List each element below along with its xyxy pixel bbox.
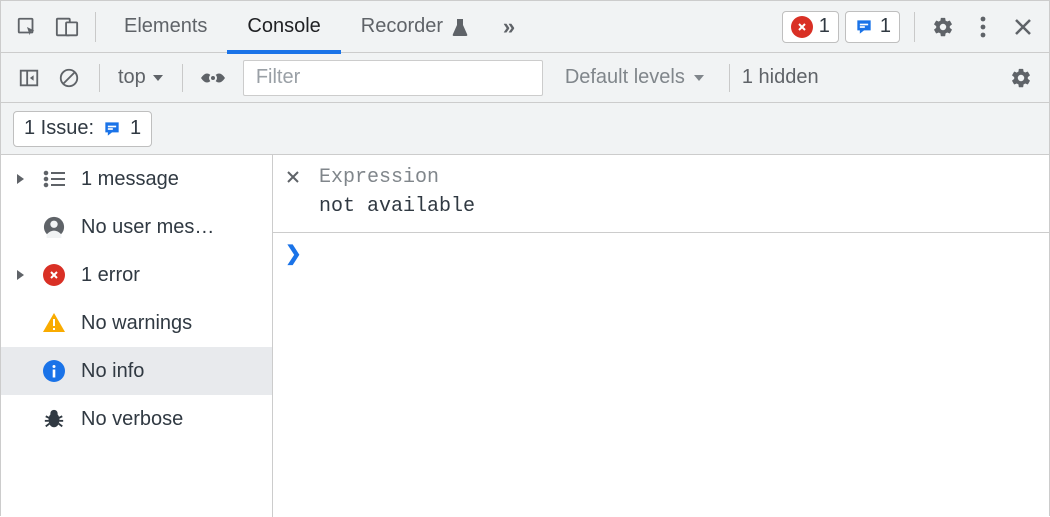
tab-recorder[interactable]: Recorder (341, 1, 489, 53)
sidebar-label: 1 error (81, 264, 140, 287)
hidden-count[interactable]: 1 hidden (742, 66, 819, 89)
sidebar-label: No warnings (81, 312, 192, 335)
prompt-chevron-icon: ❯ (285, 241, 302, 267)
inspect-element-icon[interactable] (7, 7, 47, 47)
list-icon (41, 170, 67, 188)
close-icon[interactable] (1003, 7, 1043, 47)
sidebar-item-user[interactable]: No user mes… (1, 203, 272, 251)
context-label: top (118, 66, 146, 89)
disclosure-triangle-icon (13, 269, 27, 281)
disclosure-triangle-icon (13, 173, 27, 185)
clear-console-icon[interactable] (51, 60, 87, 96)
issue-icon (854, 17, 874, 37)
context-selector[interactable]: top (112, 66, 170, 89)
tab-label: Elements (124, 15, 207, 38)
live-expression-name[interactable]: Expression (319, 166, 439, 189)
divider (729, 64, 730, 92)
bug-icon (41, 408, 67, 430)
toggle-sidebar-icon[interactable] (11, 60, 47, 96)
divider (914, 12, 915, 42)
sidebar-label: 1 message (81, 168, 179, 191)
divider (95, 12, 96, 42)
issue-icon (102, 119, 122, 139)
console-main: 1 message No user mes… 1 error No warnin… (1, 155, 1049, 517)
device-toolbar-icon[interactable] (47, 7, 87, 47)
issues-count: 1 (130, 117, 141, 140)
sidebar-item-info[interactable]: No info (1, 347, 272, 395)
user-icon (41, 216, 67, 238)
console-sidebar: 1 message No user mes… 1 error No warnin… (1, 155, 273, 517)
tab-console[interactable]: Console (227, 1, 340, 53)
sidebar-item-messages[interactable]: 1 message (1, 155, 272, 203)
live-expression-block: Expression not available (273, 155, 1049, 233)
live-expression-icon[interactable] (195, 60, 231, 96)
issue-count-badge[interactable]: 1 (845, 11, 900, 43)
issues-label: 1 Issue: (24, 117, 94, 140)
levels-label: Default levels (565, 66, 685, 89)
divider (99, 64, 100, 92)
console-settings-icon[interactable] (1003, 60, 1039, 96)
error-icon (41, 264, 67, 286)
issue-count: 1 (880, 15, 891, 38)
console-prompt[interactable]: ❯ (273, 233, 1049, 275)
error-count: 1 (819, 15, 830, 38)
divider (182, 64, 183, 92)
kebab-menu-icon[interactable] (963, 7, 1003, 47)
tab-label: Console (247, 15, 320, 38)
more-tabs-icon[interactable]: » (489, 7, 529, 47)
sidebar-label: No verbose (81, 408, 183, 431)
tab-elements[interactable]: Elements (104, 1, 227, 53)
close-icon[interactable] (281, 165, 305, 189)
log-levels-selector[interactable]: Default levels (565, 66, 705, 89)
sidebar-item-errors[interactable]: 1 error (1, 251, 272, 299)
info-icon (41, 360, 67, 382)
sidebar-item-warnings[interactable]: No warnings (1, 299, 272, 347)
dropdown-triangle-icon (693, 73, 705, 83)
filter-input[interactable] (243, 60, 543, 96)
error-icon (791, 16, 813, 38)
dropdown-triangle-icon (152, 73, 164, 83)
issues-bar: 1 Issue: 1 (1, 103, 1049, 155)
issues-chip[interactable]: 1 Issue: 1 (13, 111, 152, 147)
warning-icon (41, 312, 67, 334)
sidebar-item-verbose[interactable]: No verbose (1, 395, 272, 443)
settings-icon[interactable] (923, 7, 963, 47)
console-output: Expression not available ❯ (273, 155, 1049, 517)
sidebar-label: No info (81, 360, 144, 383)
sidebar-label: No user mes… (81, 216, 214, 239)
live-expression-result: not available (281, 195, 1041, 218)
error-count-badge[interactable]: 1 (782, 11, 839, 43)
error-issue-badges: 1 1 (782, 11, 900, 43)
devtools-tabstrip: Elements Console Recorder » 1 1 (1, 1, 1049, 53)
tab-label: Recorder (361, 15, 443, 38)
console-toolbar: top Default levels 1 hidden (1, 53, 1049, 103)
flask-icon (451, 17, 469, 37)
